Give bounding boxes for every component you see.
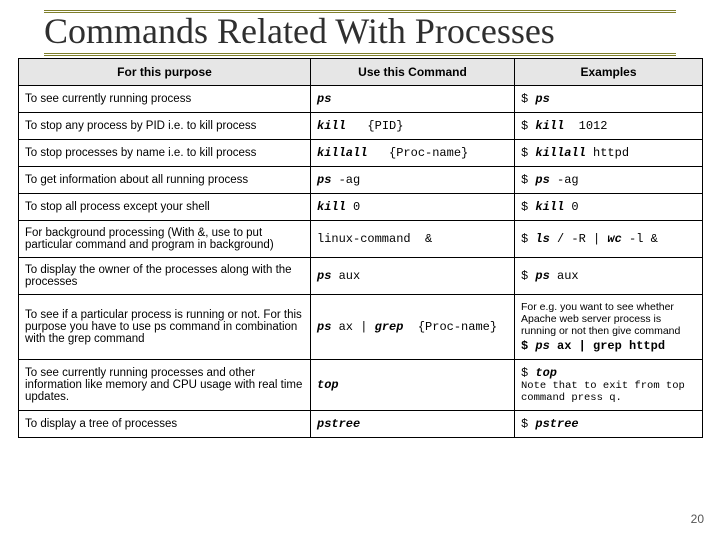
table-row: To see currently running processes and o… <box>19 360 703 411</box>
cell-example: $ kill 0 <box>515 194 703 221</box>
table-row: To stop processes by name i.e. to kill p… <box>19 140 703 167</box>
cell-example: For e.g. you want to see whether Apache … <box>515 295 703 360</box>
cell-example: $ ls / -R | wc -l & <box>515 221 703 258</box>
cell-purpose: To get information about all running pro… <box>19 167 311 194</box>
example-note: Note that to exit from top command press… <box>521 380 696 404</box>
col-purpose: For this purpose <box>19 59 311 86</box>
cell-example: $ ps <box>515 86 703 113</box>
cell-purpose: To display the owner of the processes al… <box>19 258 311 295</box>
cell-example: $ pstree <box>515 411 703 438</box>
cell-example: $ ps -ag <box>515 167 703 194</box>
col-command: Use this Command <box>311 59 515 86</box>
cell-command: linux-command & <box>311 221 515 258</box>
cell-command: killall {Proc-name} <box>311 140 515 167</box>
table-row: To see if a particular process is runnin… <box>19 295 703 360</box>
table-row: For background processing (With &, use t… <box>19 221 703 258</box>
cell-command: kill 0 <box>311 194 515 221</box>
table-body: To see currently running processps$ psTo… <box>19 86 703 438</box>
slide: Commands Related With Processes For this… <box>0 0 720 540</box>
example-command: $ ps ax | grep httpd <box>521 339 665 353</box>
example-command: $ top <box>521 366 696 380</box>
cell-purpose: To display a tree of processes <box>19 411 311 438</box>
col-examples: Examples <box>515 59 703 86</box>
cell-command: pstree <box>311 411 515 438</box>
cell-command: kill {PID} <box>311 113 515 140</box>
cell-command: top <box>311 360 515 411</box>
table-row: To display a tree of processespstree$ ps… <box>19 411 703 438</box>
example-note: For e.g. you want to see whether Apache … <box>521 301 696 337</box>
cell-example: $ ps aux <box>515 258 703 295</box>
cell-command: ps aux <box>311 258 515 295</box>
table-row: To stop all process except your shellkil… <box>19 194 703 221</box>
page-number: 20 <box>691 512 704 526</box>
cell-purpose: For background processing (With &, use t… <box>19 221 311 258</box>
page-title: Commands Related With Processes <box>44 10 676 56</box>
cell-purpose: To see currently running process <box>19 86 311 113</box>
cell-purpose: To stop any process by PID i.e. to kill … <box>19 113 311 140</box>
table-header-row: For this purpose Use this Command Exampl… <box>19 59 703 86</box>
table-row: To display the owner of the processes al… <box>19 258 703 295</box>
cell-example: $ topNote that to exit from top command … <box>515 360 703 411</box>
cell-purpose: To stop processes by name i.e. to kill p… <box>19 140 311 167</box>
cell-purpose: To see if a particular process is runnin… <box>19 295 311 360</box>
cell-example: $ kill 1012 <box>515 113 703 140</box>
commands-table: For this purpose Use this Command Exampl… <box>18 58 703 438</box>
table-row: To see currently running processps$ ps <box>19 86 703 113</box>
cell-purpose: To stop all process except your shell <box>19 194 311 221</box>
cell-command: ps <box>311 86 515 113</box>
table-row: To stop any process by PID i.e. to kill … <box>19 113 703 140</box>
cell-example: $ killall httpd <box>515 140 703 167</box>
cell-command: ps -ag <box>311 167 515 194</box>
table-row: To get information about all running pro… <box>19 167 703 194</box>
cell-purpose: To see currently running processes and o… <box>19 360 311 411</box>
cell-command: ps ax | grep {Proc-name} <box>311 295 515 360</box>
